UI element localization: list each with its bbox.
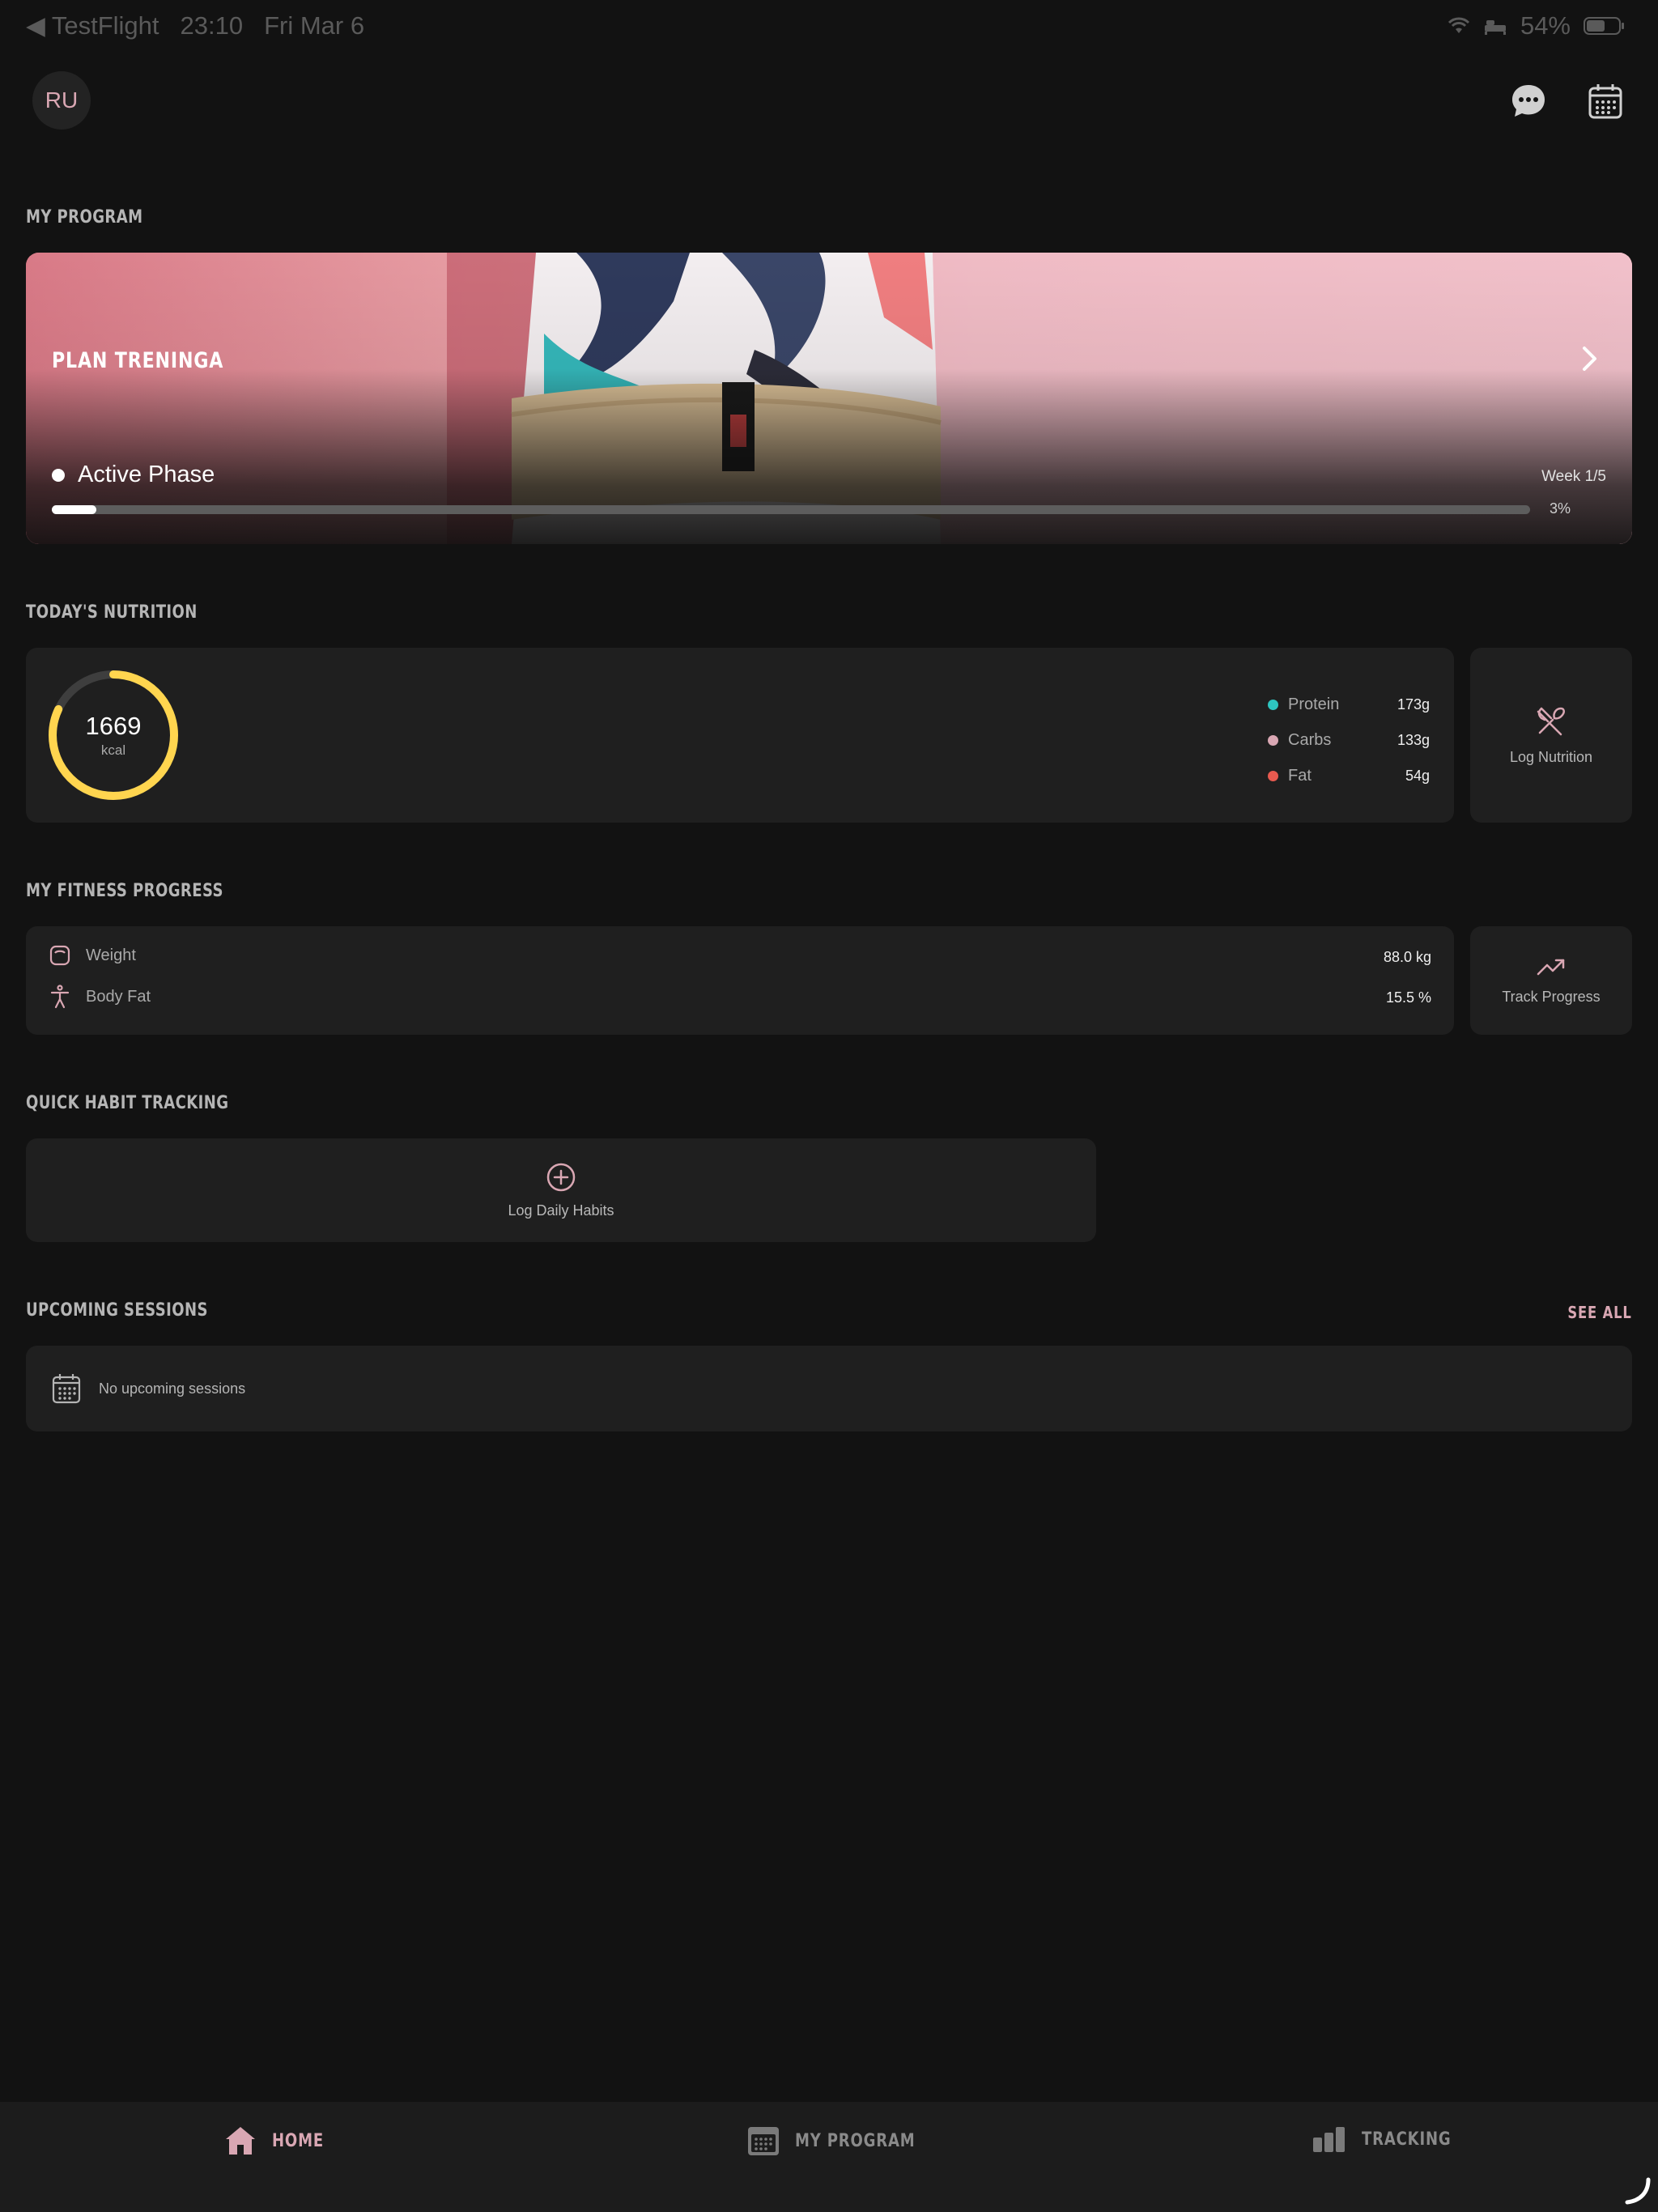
section-title-nutrition: TODAY'S NUTRITION (26, 602, 198, 623)
calorie-ring: 1669 kcal (47, 669, 180, 802)
user-avatar[interactable]: RU (32, 71, 91, 130)
nav-tab-tracking[interactable]: TRACKING (1312, 2125, 1471, 2154)
status-time: 23:10 (180, 11, 244, 40)
log-nutrition-label: Log Nutrition (1509, 748, 1593, 765)
section-title-program: MY PROGRAM (26, 207, 143, 228)
log-daily-habits-label: Log Daily Habits (508, 1202, 614, 1219)
calendar-icon (1588, 84, 1622, 119)
plan-title: PLAN TRENINGA (52, 348, 224, 373)
chat-button[interactable] (1507, 79, 1550, 123)
track-progress-button[interactable]: Track Progress (1470, 926, 1632, 1035)
sleep-mode-icon (1484, 20, 1506, 35)
calorie-value: 1669 (85, 712, 142, 740)
battery-percent: 54% (1520, 11, 1571, 40)
fork-knife-icon (1537, 707, 1565, 735)
macro-row-fat: Fat 54g (1268, 758, 1430, 793)
back-app-label: TestFlight (51, 11, 159, 40)
see-all-link[interactable]: SEE ALL (1568, 1303, 1632, 1322)
back-to-app-link[interactable]: ◀ TestFlight (26, 11, 159, 40)
chevron-right-icon[interactable] (1580, 345, 1600, 372)
program-progress-bar (52, 505, 1530, 514)
body-icon (50, 985, 70, 1009)
nutrition-card[interactable]: 1669 kcal Protein 173g Carbs 133g Fat 54… (26, 648, 1454, 823)
macro-value: 133g (1397, 731, 1430, 748)
banner-shade (26, 253, 1632, 544)
body-fat-value: 15.5 % (1385, 989, 1431, 1006)
carbs-dot-icon (1268, 734, 1278, 746)
section-title-habits: QUICK HABIT TRACKING (26, 1093, 229, 1113)
phase-label: Active Phase (78, 462, 215, 487)
bottom-nav: HOME MY PROGRAM TRACKING (0, 2102, 1658, 2212)
nav-label-tracking: TRACKING (1362, 2129, 1452, 2150)
fat-dot-icon (1268, 770, 1278, 781)
no-sessions-label: No upcoming sessions (99, 1380, 246, 1397)
bar-chart-icon (1313, 2127, 1345, 2152)
macro-name: Carbs (1288, 730, 1332, 749)
battery-icon (1584, 17, 1624, 35)
home-icon (226, 2127, 255, 2155)
phase-row: Active Phase (52, 462, 215, 488)
fitness-row-weight: Weight (49, 944, 136, 967)
macro-row-protein: Protein 173g (1268, 687, 1430, 722)
back-arrow-icon: ◀ (26, 11, 45, 40)
program-banner[interactable]: PLAN TRENINGA Active Phase Week 1/5 3% (26, 253, 1632, 544)
program-progress-percent: 3% (1549, 500, 1571, 517)
trending-up-icon (1537, 959, 1565, 975)
section-title-sessions: UPCOMING SESSIONS (26, 1300, 208, 1321)
macro-name: Fat (1288, 766, 1312, 785)
avatar-initials: RU (45, 87, 79, 113)
track-progress-label: Track Progress (1502, 988, 1601, 1005)
nav-tab-home[interactable]: HOME (223, 2125, 335, 2157)
sessions-card: No upcoming sessions (26, 1346, 1632, 1431)
wifi-icon (1448, 17, 1470, 33)
macro-name: Protein (1288, 695, 1340, 713)
fitness-label: Weight (86, 946, 136, 964)
chat-icon (1512, 85, 1545, 117)
nav-tab-program[interactable]: MY PROGRAM (746, 2125, 942, 2157)
macro-list: Protein 173g Carbs 133g Fat 54g (1268, 687, 1430, 793)
calendar-icon (748, 2127, 779, 2155)
week-label: Week 1/5 (1541, 468, 1606, 485)
calendar-button[interactable] (1584, 79, 1627, 123)
log-daily-habits-button[interactable]: Log Daily Habits (26, 1138, 1096, 1242)
phase-dot-icon (52, 468, 65, 482)
protein-dot-icon (1268, 699, 1278, 710)
loading-spinner-icon (1625, 2177, 1651, 2205)
fitness-label: Body Fat (86, 987, 151, 1006)
fitness-card[interactable]: Weight 88.0 kg Body Fat 15.5 % (26, 926, 1454, 1035)
calendar-icon (52, 1374, 81, 1404)
log-nutrition-button[interactable]: Log Nutrition (1470, 648, 1632, 823)
macro-value: 173g (1397, 696, 1430, 713)
nav-label-program: MY PROGRAM (795, 2130, 916, 2151)
fitness-row-body-fat: Body Fat (49, 985, 151, 1009)
macro-row-carbs: Carbs 133g (1268, 722, 1430, 758)
section-title-fitness: MY FITNESS PROGRESS (26, 881, 223, 901)
macro-value: 54g (1405, 767, 1430, 784)
plus-circle-icon (546, 1163, 576, 1191)
weight-value: 88.0 kg (1383, 949, 1431, 965)
calorie-unit: kcal (100, 742, 126, 758)
program-progress-fill (52, 505, 96, 514)
nav-label-home: HOME (272, 2130, 324, 2151)
scale-icon (49, 945, 70, 966)
status-date: Fri Mar 6 (264, 11, 365, 40)
status-bar: ◀ TestFlight 23:10 Fri Mar 6 54% (0, 0, 1658, 52)
